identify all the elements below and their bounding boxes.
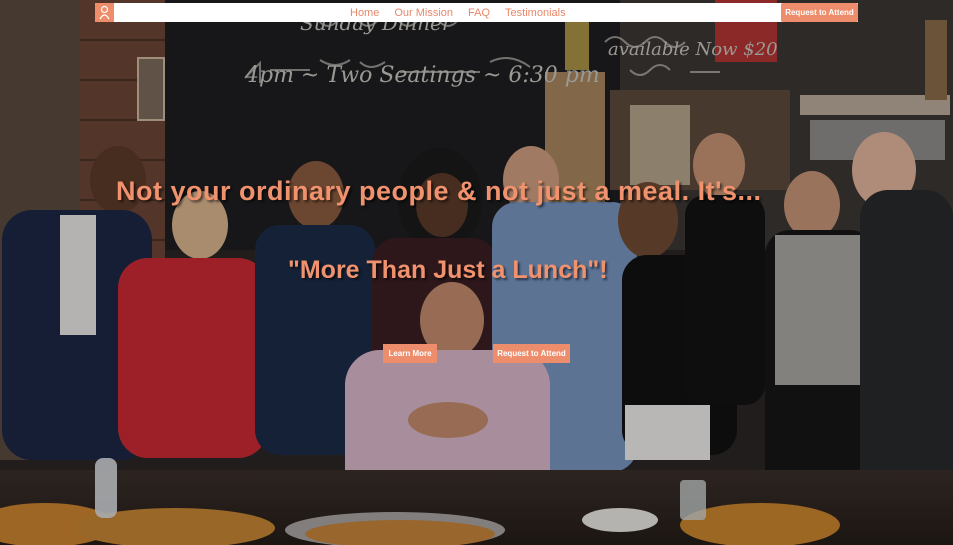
- nav-links: Home Our Mission FAQ Testimonials: [350, 6, 581, 20]
- learn-more-button[interactable]: Learn More: [383, 344, 437, 363]
- nav-link-faq[interactable]: FAQ: [468, 6, 490, 20]
- nav-link-testimonials[interactable]: Testimonials: [505, 6, 566, 20]
- brand-logo[interactable]: [95, 3, 114, 22]
- hero-subheadline: "More Than Just a Lunch"!: [288, 256, 608, 284]
- top-navbar: Home Our Mission FAQ Testimonials Reques…: [95, 3, 858, 22]
- nav-link-our-mission[interactable]: Our Mission: [394, 6, 453, 20]
- request-to-attend-button[interactable]: Request to Attend: [493, 344, 570, 363]
- nav-link-home[interactable]: Home: [350, 6, 379, 20]
- logo-icon: [99, 5, 110, 20]
- hero-headline: Not your ordinary people & not just a me…: [116, 176, 762, 206]
- nav-request-to-attend-button[interactable]: Request to Attend: [781, 3, 858, 22]
